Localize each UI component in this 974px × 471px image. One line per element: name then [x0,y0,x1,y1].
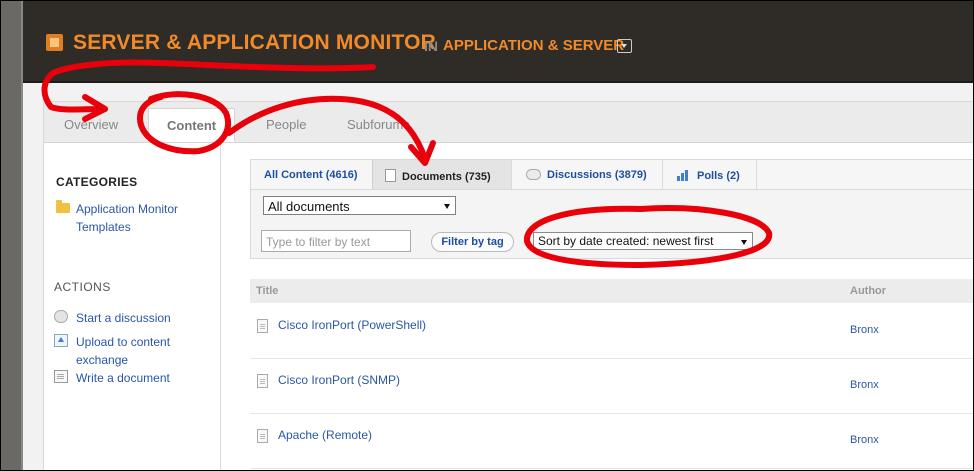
author-link[interactable]: Bronx [850,379,879,391]
document-title-link[interactable]: Apache (Remote) [278,428,372,442]
sidebar: CATEGORIES Application Monitor Templates… [44,143,221,470]
document-icon [257,374,268,388]
filter-bar: All documents Type to filter by text Fil… [250,190,973,259]
speech-bubble-icon [54,310,68,323]
tab-subforums[interactable]: Subforums [347,117,410,132]
app-logo-icon [46,34,63,51]
categories-heading: CATEGORIES [56,175,138,189]
tab-discussions[interactable]: Discussions (3879) [512,160,663,189]
content-type-tabs: All Content (4616) Documents (735) Discu… [250,159,973,190]
folder-icon [56,200,70,213]
content-main: All Content (4616) Documents (735) Discu… [230,159,973,470]
place-page: Overview Content People Subforums CATEGO… [43,101,973,470]
column-title[interactable]: Title [256,285,278,297]
in-label: IN [424,38,438,54]
tab-all-content[interactable]: All Content (4616) [251,160,373,189]
tab-documents[interactable]: Documents (735) [372,160,512,189]
content-area: Overview Content People Subforums CATEGO… [23,83,973,470]
document-title-link[interactable]: Cisco IronPort (SNMP) [278,373,400,387]
tab-content[interactable]: Content [148,108,236,142]
action-link[interactable]: Start a discussion [76,311,171,325]
sort-select[interactable]: Sort by date created: newest first [533,232,753,250]
table-row: Apache (Remote) Bronx [250,414,973,469]
tab-label: All Content (4616) [264,169,358,181]
tab-label: Discussions (3879) [547,169,647,181]
tab-label: Polls (2) [697,170,740,182]
tab-people[interactable]: People [266,117,306,132]
select-value: All documents [268,199,350,214]
category-link[interactable]: Application Monitor Templates [76,202,178,234]
screenshot-frame: SERVER & APPLICATION MONITOR IN APPLICAT… [0,0,974,471]
tab-overview[interactable]: Overview [64,117,118,132]
table-header: Title Author [250,279,973,303]
page-title[interactable]: SERVER & APPLICATION MONITOR [73,31,436,55]
document-icon [54,370,68,383]
speech-bubble-icon [526,169,541,180]
document-icon [385,169,396,182]
author-link[interactable]: Bronx [850,324,879,336]
bar-chart-icon [677,169,691,181]
document-title-link[interactable]: Cisco IronPort (PowerShell) [278,318,426,332]
parent-place-link[interactable]: APPLICATION & SERVER [443,37,624,54]
chevron-down-icon [444,204,450,209]
filter-text-input[interactable]: Type to filter by text [261,230,411,252]
select-value: Sort by date created: newest first [538,234,714,248]
table-row: Cisco IronPort (PowerShell) Bronx [250,304,973,359]
document-icon [257,429,268,443]
tab-polls[interactable]: Polls (2) [663,160,757,189]
document-icon [257,319,268,333]
column-author[interactable]: Author [850,285,886,297]
action-link[interactable]: Write a document [76,371,170,385]
window-left-edge [1,1,21,470]
actions-heading: ACTIONS [54,280,111,294]
site-header: SERVER & APPLICATION MONITOR IN APPLICAT… [23,1,973,83]
place-tabs: Overview Content People Subforums [44,102,973,143]
filter-by-tag-button[interactable]: Filter by tag [431,232,514,252]
author-link[interactable]: Bronx [850,434,879,446]
document-type-select[interactable]: All documents [263,196,456,215]
tab-label: Documents (735) [402,171,491,183]
place-dropdown-icon[interactable] [617,39,632,53]
table-row: Cisco IronPort (SNMP) Bronx [250,359,973,414]
chevron-down-icon [741,240,747,245]
action-link[interactable]: Upload to content exchange [76,335,170,367]
upload-icon [54,334,68,347]
